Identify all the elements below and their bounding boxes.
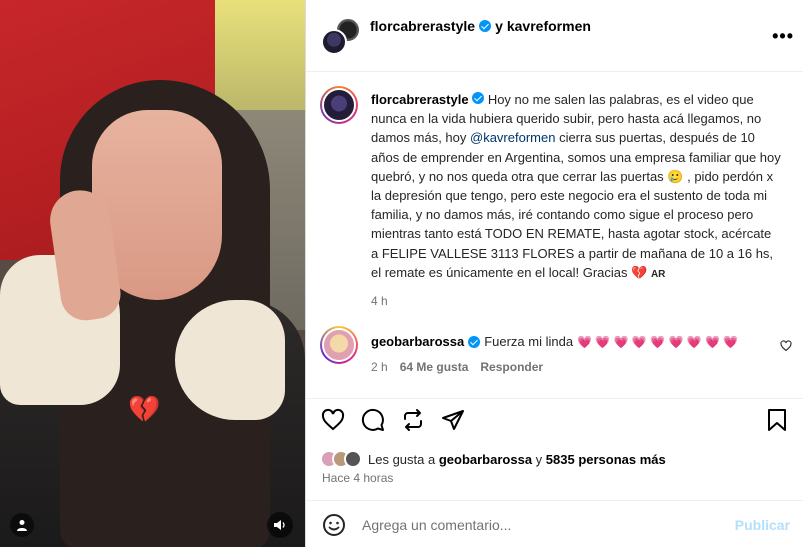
likes-prefix: Les gusta a — [368, 451, 436, 467]
smiley-icon — [323, 514, 345, 536]
flag-ar: AR — [650, 268, 666, 280]
comment-meta: 2 h 64 Me gusta Responder — [371, 360, 543, 374]
collaborator-link[interactable]: kavreformen — [507, 18, 591, 34]
likes-count-link[interactable]: 5835 personas más — [546, 452, 666, 467]
liker-avatar[interactable] — [344, 450, 362, 468]
add-comment-bar: Agrega un comentario... Publicar — [306, 500, 803, 547]
verified-icon — [468, 335, 481, 348]
smile-tear-emoji: 🥲 — [667, 168, 684, 184]
heart-icon — [321, 408, 345, 431]
caption-avatar[interactable] — [320, 86, 358, 124]
coat-collar-right — [175, 300, 285, 420]
like-button[interactable] — [320, 407, 346, 433]
speaker-icon — [274, 520, 285, 530]
share-button[interactable] — [440, 407, 466, 433]
mention-link[interactable]: @kavreformen — [470, 130, 555, 145]
more-options-button[interactable]: ••• — [772, 26, 794, 47]
likes-user-link[interactable]: geobarbarossa — [439, 452, 532, 467]
comment-timestamp[interactable]: 2 h — [371, 360, 388, 374]
commenter-username[interactable]: geobarbarossa — [371, 334, 464, 349]
pink-hearts-emoji: 💗 💗 💗 💗 💗 💗 💗 💗 💗 — [577, 334, 739, 349]
background-light — [215, 0, 305, 120]
post-authors: florcabrerastyle y kavreformen — [370, 18, 591, 34]
post-header: florcabrerastyle y kavreformen ••• — [306, 0, 803, 72]
repost-icon — [404, 409, 422, 431]
comment-reply-button[interactable]: Responder — [480, 360, 543, 374]
author-link[interactable]: florcabrerastyle — [370, 18, 475, 34]
comment-text: geobarbarossa Fuerza mi linda 💗 💗 💗 💗 💗 … — [371, 334, 738, 349]
publish-button[interactable]: Publicar — [735, 517, 790, 533]
user-icon — [17, 520, 27, 531]
likes-text: Les gusta a geobarbarossa y 5835 persona… — [368, 452, 666, 467]
broken-heart-emoji: 💔 — [631, 264, 648, 280]
commenter-avatar[interactable] — [320, 326, 358, 364]
send-icon — [442, 410, 464, 430]
comment-likes[interactable]: 64 Me gusta — [400, 360, 469, 374]
caption-text: florcabrerastyle Hoy no me salen las pal… — [371, 90, 781, 284]
post-details: florcabrerastyle y kavreformen ••• florc… — [305, 0, 803, 547]
broken-heart-sticker: 💔 — [128, 394, 161, 424]
caption-body-3: , pido perdón x la depresión que tengo, … — [371, 168, 774, 280]
post-video[interactable]: 💔 — [0, 0, 305, 547]
likes-summary: Les gusta a geobarbarossa y 5835 persona… — [320, 447, 666, 471]
tagged-users-button[interactable] — [10, 513, 34, 537]
comment-like-button[interactable] — [780, 340, 792, 355]
comment-input[interactable]: Agrega un comentario... — [362, 517, 511, 533]
authors-conjunction: y — [495, 18, 503, 34]
avatar-florcabrerastyle[interactable] — [321, 29, 347, 55]
likes-middle: y — [535, 451, 543, 467]
comment-button[interactable] — [360, 407, 386, 433]
bookmark-icon — [768, 409, 786, 431]
more-icon: ••• — [772, 26, 794, 46]
mute-button[interactable] — [267, 512, 293, 538]
comment-bubble-icon — [361, 408, 384, 431]
verified-icon — [479, 20, 492, 32]
post-actions — [306, 398, 803, 442]
comment-body: Fuerza mi linda — [484, 334, 574, 349]
save-button[interactable] — [764, 407, 790, 433]
heart-outline-icon — [780, 340, 792, 352]
emoji-picker-button[interactable] — [322, 513, 346, 537]
post-timestamp[interactable]: Hace 4 horas — [322, 471, 393, 485]
collab-avatars[interactable] — [321, 17, 361, 57]
repost-button[interactable] — [400, 407, 426, 433]
caption-username[interactable]: florcabrerastyle — [371, 92, 469, 107]
verified-icon — [472, 92, 485, 104]
caption-timestamp[interactable]: 4 h — [371, 294, 388, 308]
post-modal: 💔 florcabrerastyle y kavreformen ••• flo… — [0, 0, 803, 547]
